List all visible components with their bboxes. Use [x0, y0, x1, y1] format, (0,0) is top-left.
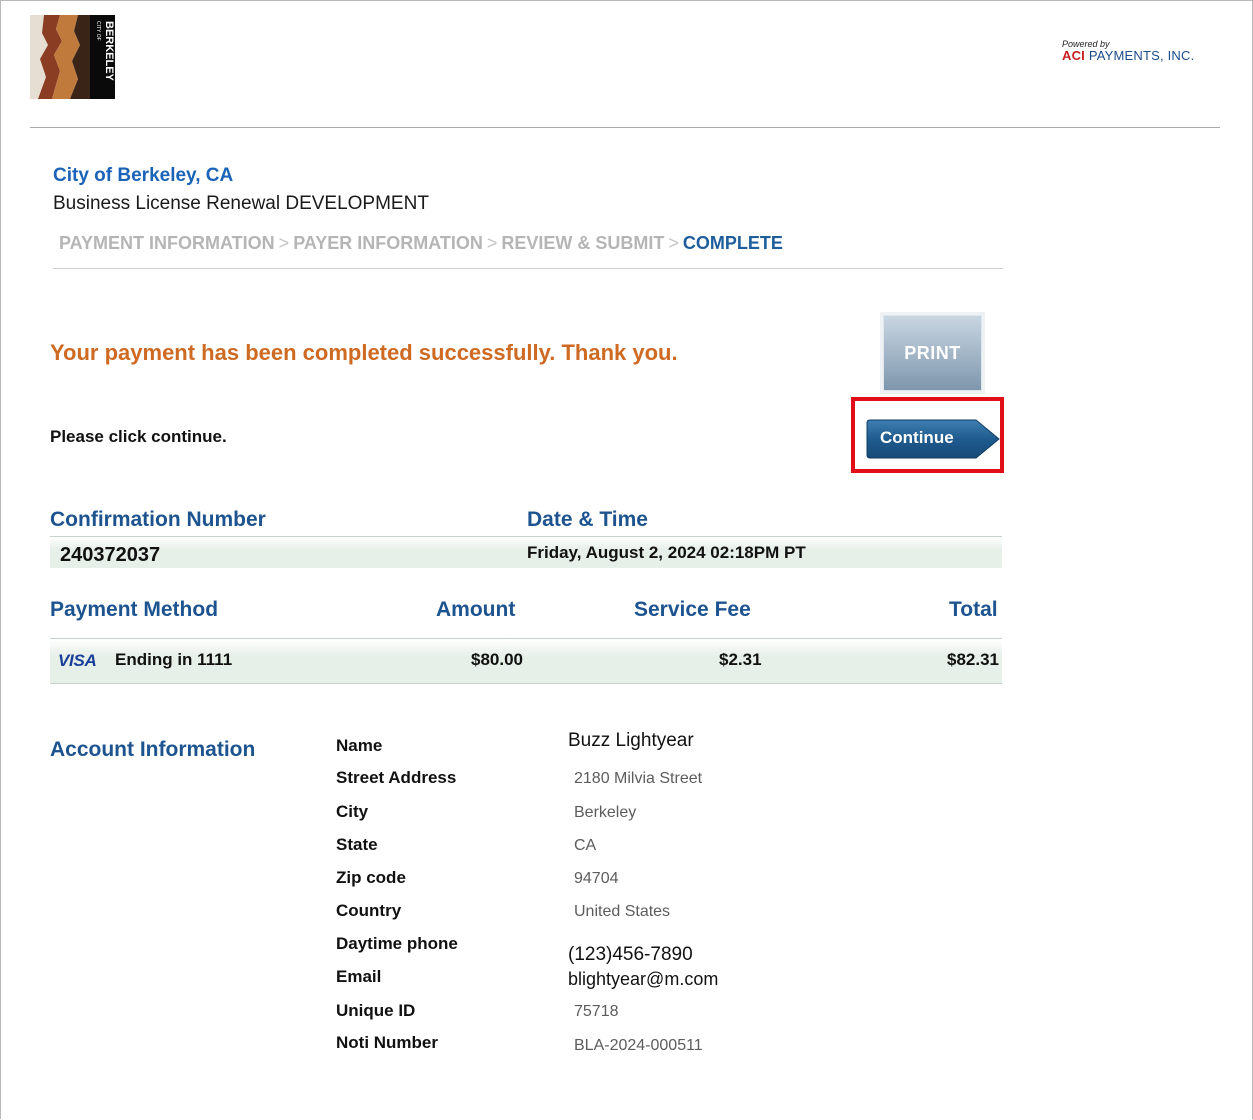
svg-text:BERKELEY: BERKELEY — [103, 21, 115, 82]
continue-label: Continue — [880, 428, 954, 447]
field-label-state: State — [336, 835, 378, 854]
confirmation-number: 240372037 — [60, 544, 161, 566]
field-label-name: Name — [336, 736, 383, 755]
vendor-brand: ACI — [1062, 48, 1085, 63]
continue-button[interactable]: Continue — [866, 419, 1000, 459]
service-name: Business License Renewal DEVELOPMENT — [53, 193, 429, 214]
field-label-street-address: Street Address — [336, 768, 457, 787]
field-value-state: CA — [574, 837, 597, 854]
payment-total: $82.31 — [947, 650, 999, 669]
service-fee: $2.31 — [719, 650, 762, 669]
field-value-email: blightyear@m.com — [568, 969, 719, 989]
field-value-country: United States — [574, 903, 671, 920]
step-review-submit: REVIEW & SUBMIT — [501, 233, 665, 253]
card-description: Ending in 1111 — [115, 650, 233, 669]
confirmation-number-label: Confirmation Number — [50, 508, 266, 531]
payment-amount: $80.00 — [471, 650, 523, 669]
field-label-email: Email — [336, 967, 382, 986]
field-value-zip-code: 94704 — [574, 870, 619, 887]
steps-divider — [53, 268, 1003, 269]
powered-by-aci: Powered by ACI PAYMENTS, INC. — [1062, 40, 1222, 63]
step-payer-information: PAYER INFORMATION — [293, 233, 483, 253]
payment-datetime: Friday, August 2, 2024 02:18PM PT — [527, 543, 806, 562]
field-label-unique-id: Unique ID — [336, 1001, 416, 1020]
field-value-noti-number: BLA-2024-000511 — [574, 1037, 703, 1054]
vendor-logo: ACI PAYMENTS, INC. — [1062, 49, 1222, 63]
account-information-heading: Account Information — [50, 738, 256, 761]
payment-method-label: Payment Method — [50, 598, 219, 621]
confirmation-row — [50, 536, 1002, 568]
step-separator: > — [486, 233, 498, 253]
step-payment-information: PAYMENT INFORMATION — [59, 233, 275, 253]
field-value-street-address: 2180 Milvia Street — [574, 770, 703, 787]
step-separator: > — [668, 233, 679, 253]
field-label-city: City — [336, 802, 369, 821]
progress-steps: PAYMENT INFORMATION > PAYER INFORMATION > RE… — [59, 233, 783, 254]
field-label-daytime-phone: Daytime phone — [336, 934, 458, 953]
header-divider — [30, 127, 1220, 128]
field-value-name: Buzz Lightyear — [568, 730, 694, 751]
field-label-country: Country — [336, 901, 402, 920]
success-message: Your payment has been completed successf… — [50, 340, 678, 365]
amount-label: Amount — [436, 598, 516, 621]
continue-instruction: Please click continue. — [50, 427, 227, 446]
svg-text:CITY OF: CITY OF — [95, 21, 101, 41]
field-value-daytime-phone: (123)456-7890 — [568, 944, 693, 965]
date-time-label: Date & Time — [527, 508, 648, 531]
step-separator: > — [278, 233, 290, 253]
city-of-berkeley-logo: CITY OF BERKELEY — [30, 15, 115, 99]
organization-name: City of Berkeley, CA — [53, 165, 234, 186]
field-value-city: Berkeley — [574, 804, 637, 821]
field-value-unique-id: 75718 — [574, 1003, 619, 1020]
vendor-name: PAYMENTS, INC. — [1088, 48, 1195, 63]
field-label-zip-code: Zip code — [336, 868, 406, 887]
step-complete: COMPLETE — [682, 233, 783, 253]
print-button[interactable]: PRINT — [883, 315, 982, 391]
service-fee-label: Service Fee — [634, 598, 751, 621]
visa-card-icon: VISA — [58, 651, 97, 670]
total-label: Total — [949, 598, 998, 621]
field-label-noti-number: Noti Number — [336, 1033, 438, 1052]
